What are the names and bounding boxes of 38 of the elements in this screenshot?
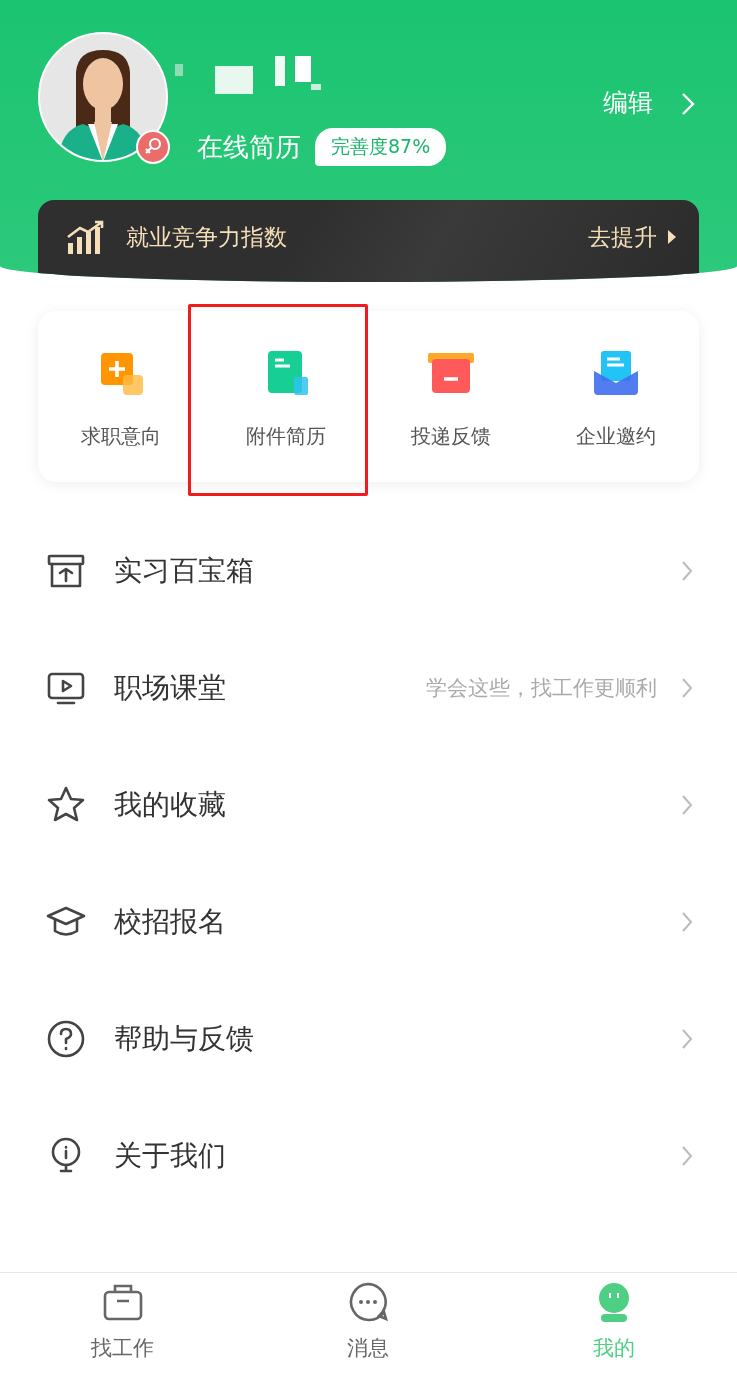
chevron-right-icon <box>681 92 695 116</box>
menu-label: 实习百宝箱 <box>114 552 255 589</box>
completeness-badge: 完善度87% <box>315 128 447 166</box>
menu-item[interactable]: 关于我们 <box>0 1097 737 1214</box>
menu-item[interactable]: 实习百宝箱 <box>0 512 737 629</box>
briefcase-icon <box>102 1282 143 1322</box>
menu-label: 校招报名 <box>114 903 227 940</box>
triangle-right-icon <box>667 229 677 245</box>
quick-action-label[interactable]: 附件简历 <box>245 423 326 450</box>
menu-label: 关于我们 <box>114 1137 227 1174</box>
quick-action-label[interactable]: 求职意向 <box>80 423 161 450</box>
menu-label: 我的收藏 <box>114 786 227 823</box>
chevron-right-icon <box>681 676 693 699</box>
menu-label: 职场课堂 <box>114 669 227 706</box>
bar-chart-icon <box>66 219 106 255</box>
menu-hint: 学会这些，找工作更顺利 <box>426 674 657 702</box>
help-icon <box>46 1018 86 1059</box>
quick-action-label[interactable]: 企业邀约 <box>576 423 657 450</box>
banner-title: 就业竞争力指数 <box>126 222 288 252</box>
female-icon <box>136 130 170 164</box>
chevron-right-icon <box>681 1027 693 1050</box>
improve-link[interactable]: 去提升 <box>588 221 657 253</box>
nav-tab[interactable]: 消息 <box>245 1273 492 1396</box>
competitiveness-banner[interactable]: 就业竞争力指数 去提升 <box>38 200 699 282</box>
menu-item[interactable]: 帮助与反馈 <box>0 980 737 1097</box>
avatar[interactable] <box>38 32 168 162</box>
chevron-right-icon <box>681 1144 693 1167</box>
menu-label: 帮助与反馈 <box>114 1020 255 1057</box>
chevron-right-icon <box>681 910 693 933</box>
chat-bubble-icon <box>348 1282 389 1322</box>
quick-action-label[interactable]: 投递反馈 <box>411 423 492 450</box>
menu-item[interactable]: 我的收藏 <box>0 746 737 863</box>
menu-item[interactable]: 校招报名 <box>0 863 737 980</box>
nav-tab[interactable]: 找工作 <box>0 1273 246 1396</box>
chevron-right-icon <box>681 559 693 582</box>
chevron-right-icon <box>681 793 693 816</box>
menu-item[interactable]: 职场课堂 学会这些，找工作更顺利 <box>0 629 737 746</box>
envelope-icon[interactable] <box>592 349 641 397</box>
